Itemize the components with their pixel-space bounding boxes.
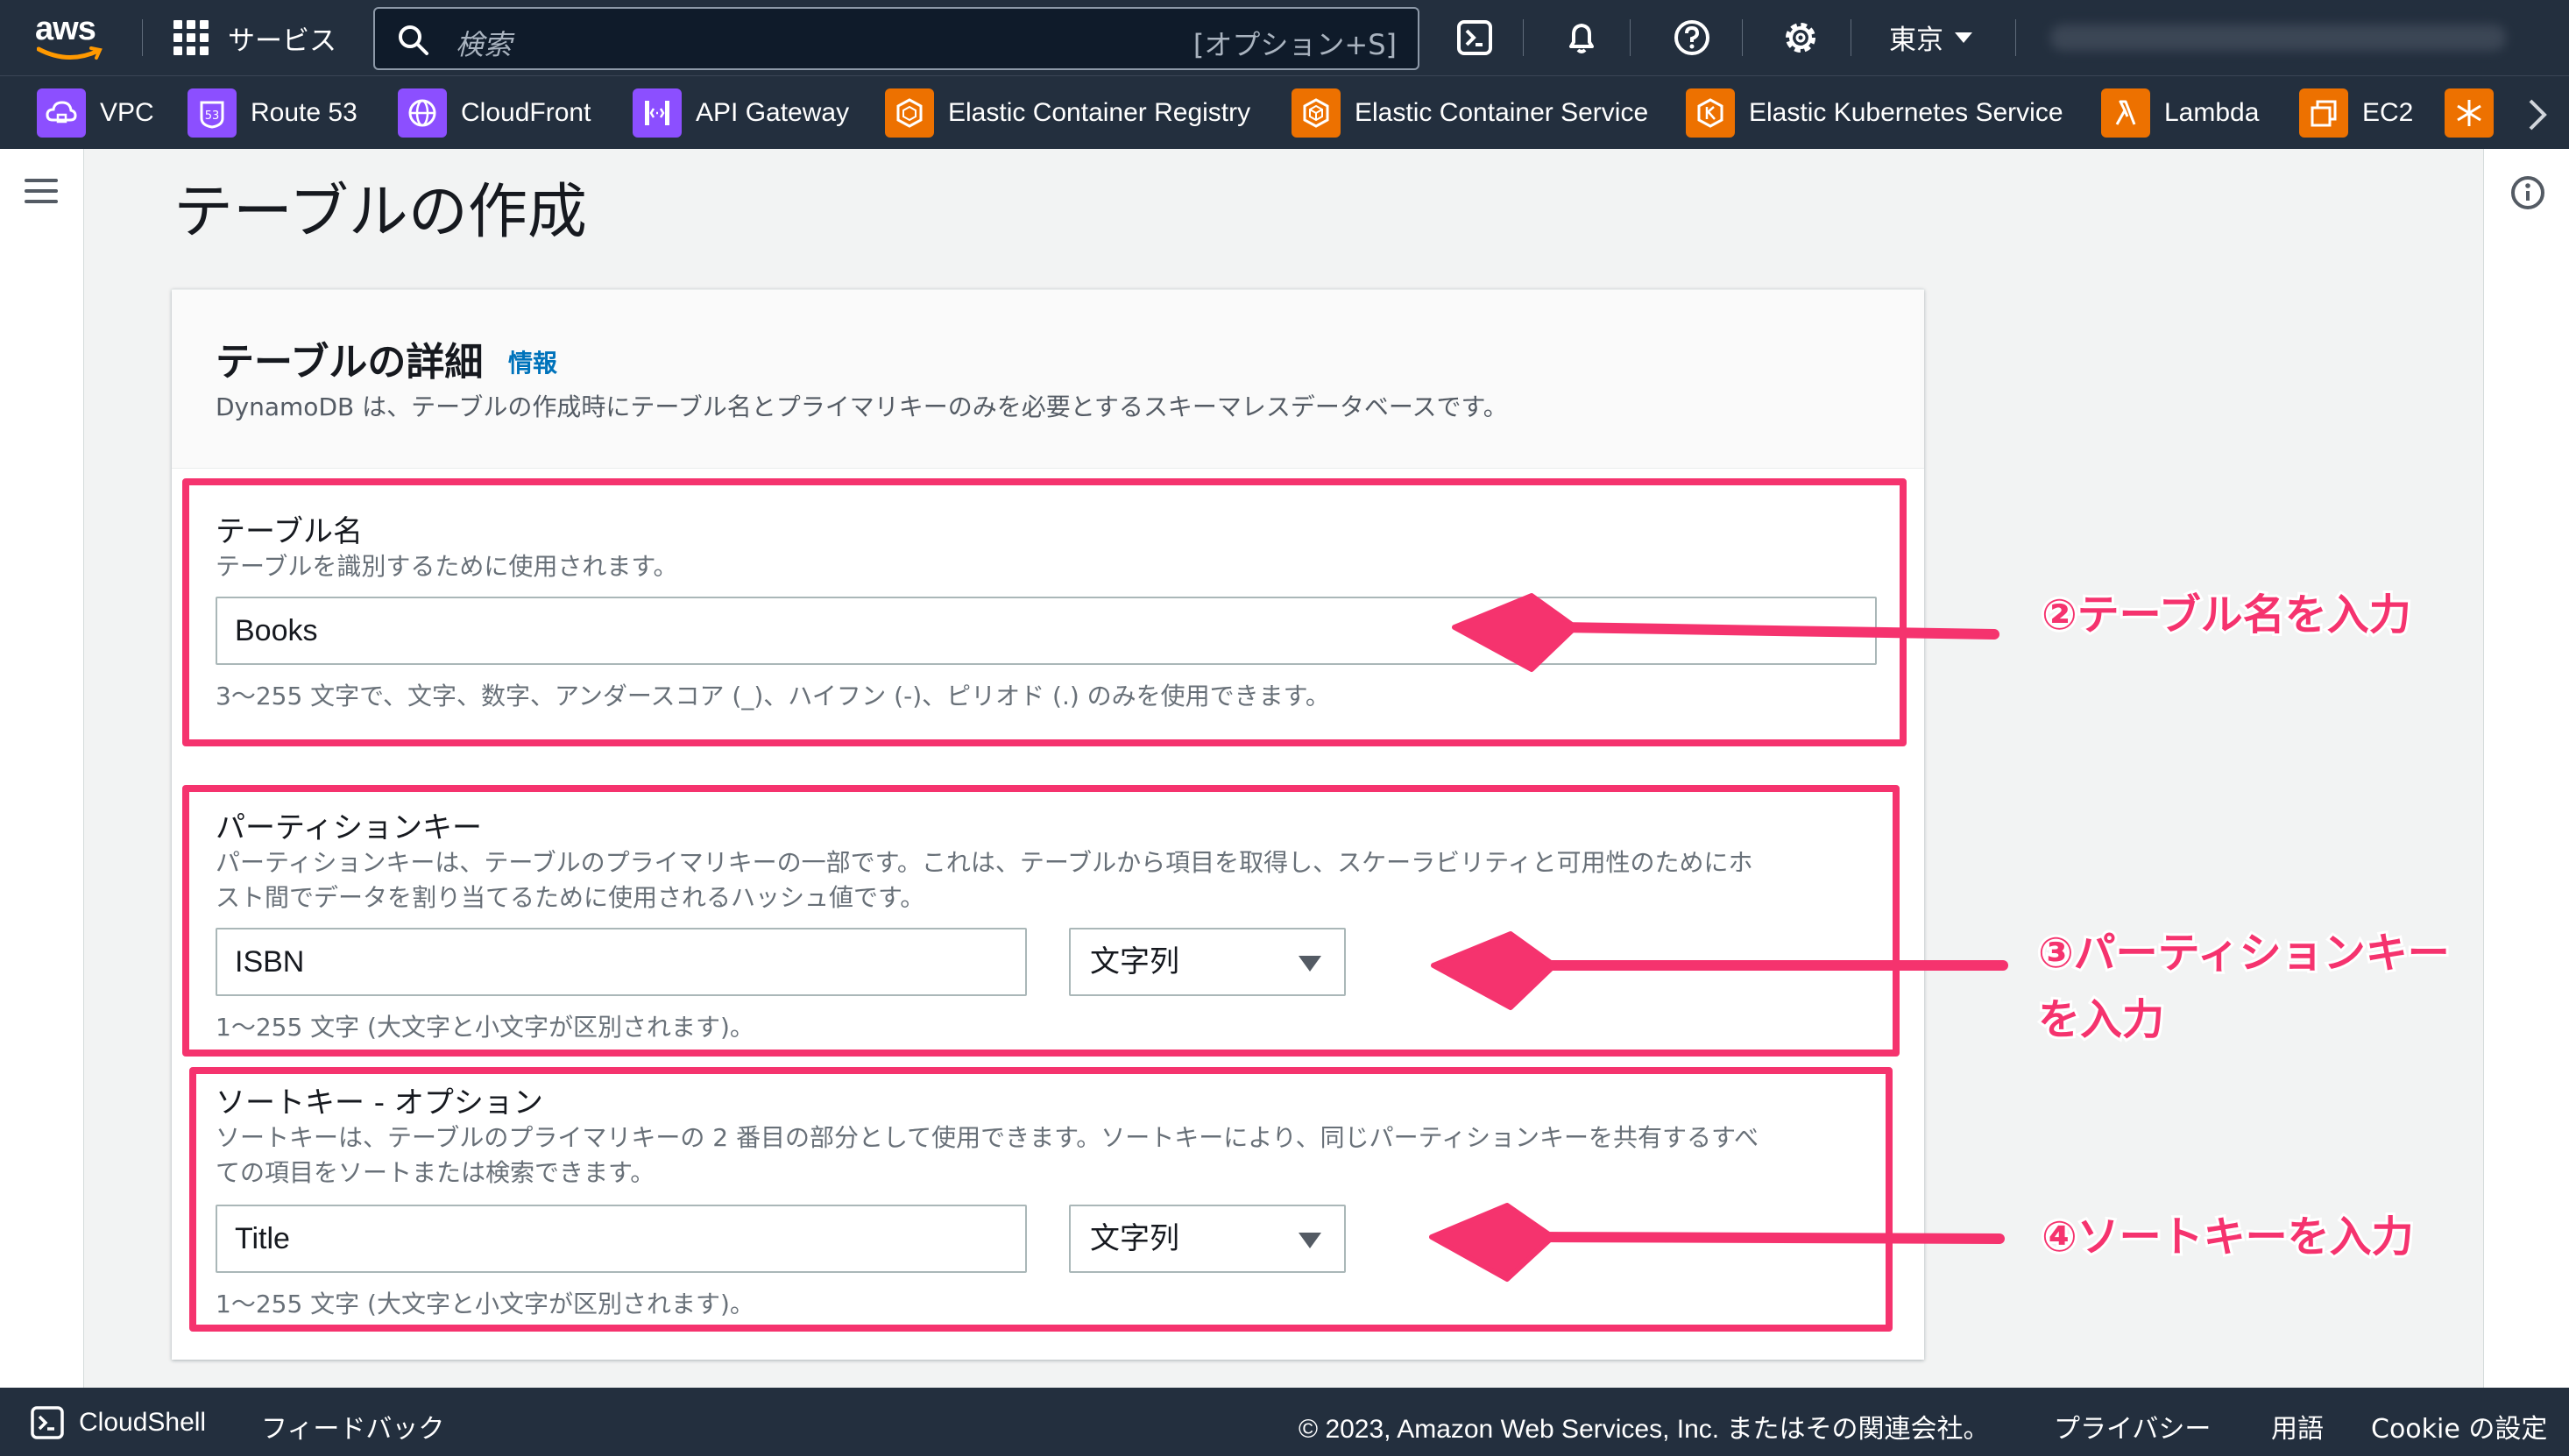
- favorite-lambda[interactable]: Lambda: [2101, 88, 2259, 138]
- annotation-step3-line1: ③パーティションキー: [2035, 926, 2452, 980]
- caret-down-icon: [1955, 32, 1972, 43]
- copyright-text: © 2023, Amazon Web Services, Inc. またはその関…: [1299, 1415, 1990, 1444]
- page-title: テーブルの作成: [173, 178, 587, 247]
- favorite-label: API Gateway: [696, 98, 850, 127]
- cookie-settings-link[interactable]: Cookie の設定: [2371, 1407, 2547, 1445]
- highlight-sort-key: [189, 1067, 1893, 1332]
- favorite-label: VPC: [100, 98, 154, 127]
- eks-icon: [1686, 88, 1735, 138]
- favorite-label: Route 53: [251, 98, 357, 127]
- ec2-icon: [2299, 88, 2348, 138]
- nav-divider: [1630, 19, 1631, 56]
- route53-icon: 53: [188, 88, 237, 138]
- services-menu-button[interactable]: サービス: [173, 16, 336, 60]
- favorite-more-service[interactable]: [2445, 88, 2494, 138]
- info-icon[interactable]: [2510, 175, 2545, 210]
- annotation-step3-line2: を入力: [2035, 993, 2167, 1047]
- favorite-eks[interactable]: Elastic Kubernetes Service: [1686, 88, 2063, 138]
- service-icon: [2445, 88, 2494, 138]
- settings-button[interactable]: [1779, 16, 1822, 60]
- footer: CloudShell フィードバック © 2023, Amazon Web Se…: [0, 1388, 2569, 1456]
- search-icon: [399, 25, 428, 55]
- region-label: 東京: [1889, 25, 1943, 56]
- grid-icon: [173, 20, 209, 55]
- nav-divider: [1742, 19, 1743, 56]
- cloudshell-icon: [1457, 20, 1492, 55]
- right-help-rail: [2483, 149, 2569, 1388]
- panel-title: テーブルの詳細: [216, 340, 484, 385]
- top-navigation: aws サービス 検索 [オプション+S] 東京: [0, 0, 2569, 75]
- feedback-link[interactable]: フィードバック: [261, 1407, 444, 1445]
- favorite-label: EC2: [2362, 98, 2414, 127]
- left-sidebar-rail: [0, 149, 84, 1388]
- favorite-label: Lambda: [2164, 98, 2260, 127]
- panel-description: DynamoDB は、テーブルの作成時にテーブル名とプライマリキーのみを必要とす…: [216, 392, 1508, 421]
- cloudfront-icon: [398, 88, 447, 138]
- favorite-vpc[interactable]: VPC: [37, 88, 154, 138]
- favorite-ecr[interactable]: Elastic Container Registry: [885, 88, 1250, 138]
- annotation-step2: ②テーブル名を入力: [2039, 588, 2414, 642]
- nav-divider: [1523, 19, 1524, 56]
- account-menu[interactable]: [2050, 25, 2506, 51]
- cloudshell-button[interactable]: CloudShell: [30, 1405, 206, 1440]
- favorite-api-gateway[interactable]: API Gateway: [633, 88, 849, 138]
- favorite-label: Elastic Container Service: [1355, 98, 1649, 127]
- aws-smile-icon: [37, 46, 103, 60]
- favorite-ecs[interactable]: Elastic Container Service: [1292, 88, 1648, 138]
- annotation-step4: ④ソートキーを入力: [2039, 1210, 2417, 1264]
- bell-icon: [1569, 24, 1594, 53]
- vpc-icon: [37, 88, 86, 138]
- panel-header: テーブルの詳細 情報 DynamoDB は、テーブルの作成時にテーブル名とプライ…: [172, 290, 1924, 469]
- nav-divider: [2015, 19, 2016, 56]
- highlight-table-name: [182, 478, 1907, 746]
- cloudshell-icon: [31, 1406, 64, 1439]
- cloudshell-label: CloudShell: [79, 1408, 207, 1437]
- aws-logo[interactable]: aws: [35, 11, 105, 65]
- nav-divider: [142, 19, 143, 56]
- help-icon: [1674, 20, 1709, 55]
- favorite-cloudfront[interactable]: CloudFront: [398, 88, 591, 138]
- ecs-icon: [1292, 88, 1341, 138]
- info-link[interactable]: 情報: [508, 344, 557, 379]
- favorites-bar: VPC 53 Route 53 CloudFront API Gateway E…: [0, 75, 2569, 149]
- chevron-right-icon[interactable]: [2525, 97, 2550, 132]
- region-selector[interactable]: 東京: [1889, 18, 1973, 57]
- notifications-button[interactable]: [1560, 16, 1603, 60]
- favorite-label: Elastic Container Registry: [948, 98, 1251, 127]
- highlight-partition-key: [182, 785, 1900, 1057]
- cloudshell-nav-button[interactable]: [1453, 16, 1497, 60]
- favorite-ec2[interactable]: EC2: [2299, 88, 2413, 138]
- services-label: サービス: [228, 25, 336, 57]
- privacy-link[interactable]: プライバシー: [2054, 1407, 2211, 1445]
- gear-icon: [1786, 23, 1815, 53]
- help-button[interactable]: [1670, 16, 1714, 60]
- menu-icon[interactable]: [25, 179, 58, 210]
- search-shortcut-hint: [オプション+S]: [1192, 28, 1397, 61]
- terms-link[interactable]: 用語: [2271, 1407, 2324, 1445]
- svg-text:53: 53: [205, 110, 220, 123]
- search-bar[interactable]: 検索 [オプション+S]: [373, 7, 1419, 70]
- api-gateway-icon: [633, 88, 682, 138]
- lambda-icon: [2101, 88, 2150, 138]
- favorite-label: Elastic Kubernetes Service: [1749, 98, 2063, 127]
- favorite-route53[interactable]: 53 Route 53: [188, 88, 357, 138]
- search-placeholder: 検索: [456, 28, 513, 61]
- ecr-icon: [885, 88, 934, 138]
- favorite-label: CloudFront: [461, 98, 591, 127]
